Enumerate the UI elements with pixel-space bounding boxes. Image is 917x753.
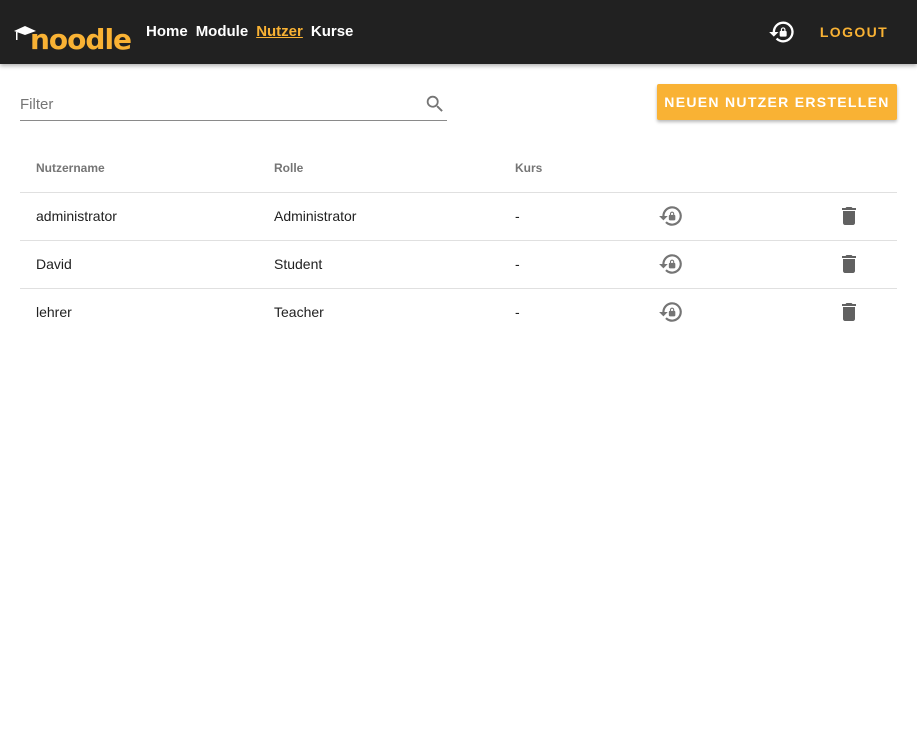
filter-field	[20, 86, 447, 121]
top-app-bar: noodle Home Module Nutzer Kurse LOGOUT	[0, 0, 917, 64]
header-course[interactable]: Kurs	[499, 144, 659, 193]
table-row: lehrer Teacher -	[20, 288, 897, 336]
filter-input[interactable]	[20, 92, 410, 116]
logo-text: noodle	[30, 23, 132, 56]
nav-module[interactable]: Module	[196, 21, 249, 43]
cell-reset	[659, 288, 837, 336]
lock-reset-icon[interactable]	[658, 251, 684, 277]
logout-button[interactable]: LOGOUT	[812, 20, 896, 44]
cell-course: -	[515, 304, 520, 321]
cell-role: Student	[258, 240, 499, 289]
cell-delete	[837, 288, 897, 336]
main-nav: Home Module Nutzer Kurse	[146, 21, 353, 43]
cell-username: lehrer	[36, 304, 72, 321]
cell-reset	[658, 192, 837, 241]
delete-icon[interactable]	[837, 300, 861, 324]
cell-role: Administrator	[258, 192, 499, 241]
header-role[interactable]: Rolle	[258, 144, 499, 193]
table-row: administrator Administrator -	[20, 192, 897, 241]
users-table: Nutzername Rolle Kurs administrator Admi…	[20, 144, 897, 336]
lock-reset-icon[interactable]	[768, 18, 796, 46]
header-delete	[837, 144, 897, 193]
cell-course: -	[499, 192, 659, 241]
cell-delete	[837, 192, 897, 241]
nav-nutzer[interactable]: Nutzer	[256, 21, 303, 43]
search-icon[interactable]	[424, 93, 446, 115]
table-row: David Student -	[20, 240, 897, 289]
nav-kurse[interactable]: Kurse	[311, 21, 354, 43]
app-logo[interactable]: noodle	[14, 16, 132, 56]
nav-home[interactable]: Home	[146, 21, 188, 43]
header-reset	[659, 144, 837, 193]
cell-username: administrator	[20, 192, 258, 241]
delete-icon[interactable]	[837, 204, 861, 228]
lock-reset-icon[interactable]	[658, 299, 684, 325]
lock-reset-icon[interactable]	[658, 203, 684, 229]
cell-reset	[658, 240, 837, 289]
delete-icon[interactable]	[837, 252, 861, 276]
create-user-button[interactable]: NEUEN NUTZER ERSTELLEN	[657, 84, 897, 120]
cell-delete	[837, 240, 897, 289]
cell-username: David	[20, 240, 258, 289]
table-header-row: Nutzername Rolle Kurs	[20, 144, 897, 193]
header-username[interactable]: Nutzername	[20, 144, 258, 193]
cell-course: -	[499, 240, 659, 289]
cell-role: Teacher	[274, 304, 324, 321]
